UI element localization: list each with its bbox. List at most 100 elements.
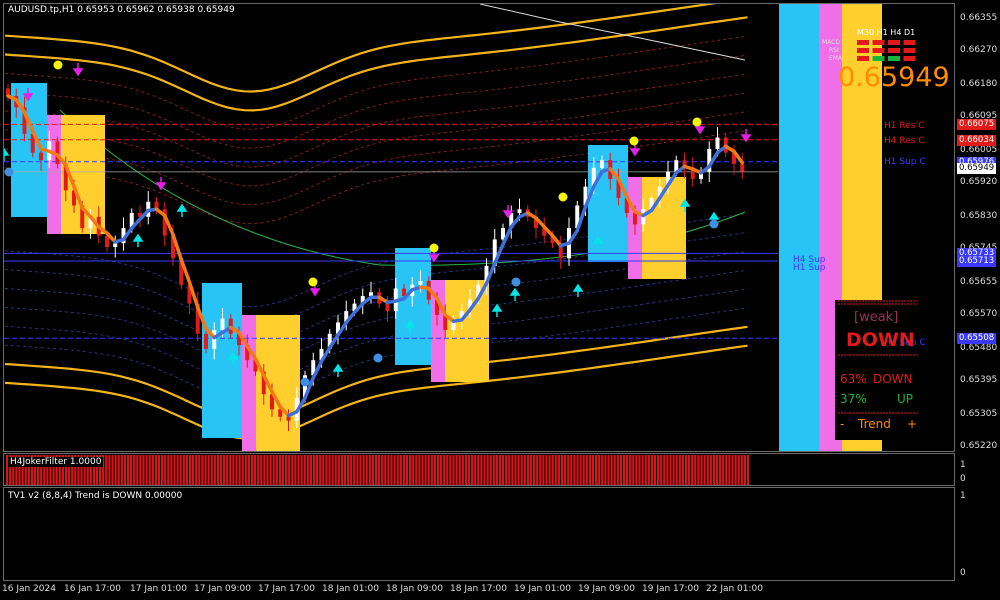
histogram-bar — [725, 455, 728, 485]
time-label: 17 Jan 09:00 — [194, 584, 251, 594]
row-label-rsi: RSI — [829, 47, 839, 54]
histogram-bar — [678, 455, 681, 485]
histogram-bar — [613, 455, 616, 485]
joker-filter-histogram — [6, 455, 750, 485]
signal-cell — [888, 40, 900, 45]
yellow-dot — [558, 192, 568, 202]
candle-body — [220, 318, 225, 331]
histogram-bar — [204, 455, 207, 485]
histogram-bar — [387, 455, 390, 485]
histogram-bar — [421, 455, 424, 485]
price-label: 0.65920 — [960, 176, 998, 187]
candle-body — [600, 160, 604, 168]
histogram-bar — [384, 455, 387, 485]
histogram-bar — [703, 455, 706, 485]
histogram-bar — [495, 455, 498, 485]
histogram-bar — [269, 455, 272, 485]
signal-cell — [903, 48, 916, 53]
histogram-bar — [390, 455, 393, 485]
histogram-bar — [660, 455, 663, 485]
level-price-tag: 0.66075 — [957, 119, 996, 131]
histogram-bar — [176, 455, 179, 485]
histogram-bar — [632, 455, 635, 485]
histogram-bar — [393, 455, 396, 485]
candle-body — [113, 243, 118, 247]
histogram-bar — [409, 455, 412, 485]
histogram-bar — [223, 455, 226, 485]
tf-header-h1: H1 — [876, 28, 888, 37]
up-arrow — [176, 203, 188, 217]
up-arrow — [332, 363, 344, 377]
histogram-bar — [157, 455, 161, 485]
histogram-bar — [207, 455, 210, 485]
dashboard-direction: DOWN — [846, 329, 915, 351]
histogram-bar — [666, 455, 669, 485]
signal-cell — [872, 56, 885, 61]
histogram-bar — [250, 455, 254, 485]
time-label: 19 Jan 01:00 — [514, 584, 571, 594]
candle-body — [286, 416, 291, 421]
histogram-bar — [691, 455, 694, 485]
dashboard-trend-plus: + — [907, 417, 918, 431]
histogram-bar — [595, 455, 598, 485]
histogram-bar — [508, 455, 511, 485]
histogram-bar — [511, 455, 514, 485]
histogram-bar — [263, 455, 266, 485]
dashboard-down-pct: 63% — [840, 372, 867, 386]
histogram-bar — [626, 455, 629, 485]
histogram-bar — [325, 455, 328, 485]
histogram-bar — [443, 455, 446, 485]
histogram-bar — [700, 455, 703, 485]
price-axis[interactable] — [956, 0, 1000, 455]
histogram-bar — [312, 455, 316, 485]
histogram-bar — [399, 455, 402, 485]
main-chart-canvas[interactable] — [4, 4, 954, 451]
candle-body — [633, 213, 637, 225]
yellow-dot — [53, 60, 63, 70]
histogram-bar — [688, 455, 691, 485]
histogram-bar — [151, 455, 154, 485]
histogram-bar — [260, 455, 263, 485]
histogram-bar — [241, 455, 244, 485]
histogram-bar — [731, 455, 734, 485]
histogram-bar — [653, 455, 657, 485]
time-label: 18 Jan 09:00 — [386, 584, 443, 594]
histogram-bar — [161, 455, 164, 485]
current-price-tag: 0.65949 — [957, 163, 996, 174]
histogram-bar — [303, 455, 306, 485]
histogram-bar — [464, 455, 467, 485]
time-label: 22 Jan 01:00 — [706, 584, 763, 594]
histogram-bar — [440, 455, 443, 485]
histogram-bar — [347, 455, 350, 485]
price-label: 0.65395 — [960, 374, 998, 385]
histogram-bar — [126, 455, 130, 485]
price-label: 0.66270 — [960, 44, 998, 55]
histogram-bar — [281, 455, 285, 485]
histogram-bar — [123, 455, 126, 485]
histogram-bar — [378, 455, 381, 485]
price-label: 0.65220 — [960, 441, 998, 451]
histogram-bar — [396, 455, 399, 485]
candle-body — [212, 330, 217, 349]
row-label-ema: EMA — [829, 55, 843, 62]
level-price-tag: 0.65713 — [957, 255, 996, 267]
band-line — [4, 16, 748, 112]
tv1-pane[interactable] — [3, 487, 955, 581]
up-arrow — [132, 233, 144, 247]
dashboard-up-word: UP — [897, 392, 914, 406]
histogram-bar — [471, 455, 474, 485]
histogram-bar — [675, 455, 678, 485]
up-arrow — [4, 147, 10, 161]
histogram-bar — [746, 455, 750, 485]
histogram-bar — [681, 455, 684, 485]
time-label: 18 Jan 17:00 — [450, 584, 507, 594]
yellow-dot — [308, 277, 318, 287]
histogram-bar — [697, 455, 700, 485]
histogram-bar — [607, 455, 610, 485]
histogram-bar — [585, 455, 588, 485]
histogram-bar — [663, 455, 666, 485]
histogram-bar — [167, 455, 170, 485]
dashboard-trend-minus: - — [840, 417, 845, 431]
candle-body — [740, 163, 745, 172]
histogram-bar — [136, 455, 139, 485]
